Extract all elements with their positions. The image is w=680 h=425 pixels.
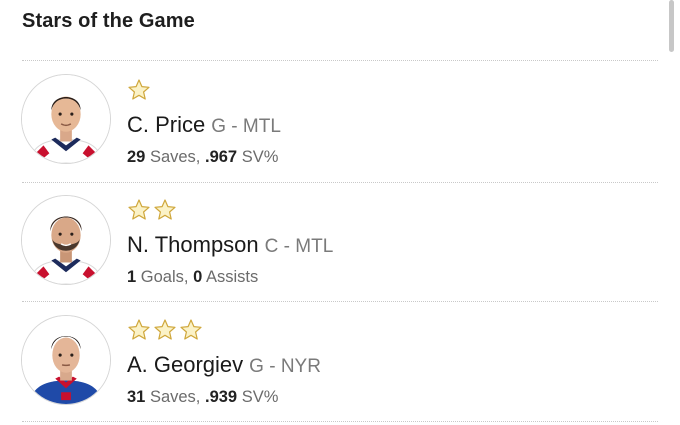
player-stats: 29 Saves, .967 SV% (127, 148, 278, 167)
player-avatar (21, 315, 111, 405)
player-row[interactable]: A. Georgiev G - NYR 31 Saves, .939 SV% (0, 303, 680, 423)
player-name-line: C. Price G - MTL (127, 112, 281, 138)
star-icon (128, 199, 150, 220)
player-position-team: G - MTL (211, 116, 281, 137)
stat1-label: Saves, (149, 388, 201, 406)
stat1-label: Saves, (149, 148, 201, 166)
stat2-value: .967 (205, 148, 238, 166)
star-icon (128, 319, 150, 340)
star-icon (154, 319, 176, 340)
player-name-line: A. Georgiev G - NYR (127, 352, 321, 378)
player-position-team: C - MTL (264, 236, 334, 257)
stat2-label: SV% (241, 148, 279, 166)
scrollbar-thumb[interactable] (669, 0, 674, 52)
stat1-value: 29 (127, 148, 146, 166)
star-icon (180, 319, 202, 340)
player-avatar (21, 74, 111, 164)
player-name[interactable]: A. Georgiev (127, 352, 243, 377)
player-stats: 1 Goals, 0 Assists (127, 268, 258, 287)
player-name[interactable]: N. Thompson (127, 232, 259, 257)
star-icon (128, 79, 150, 100)
player-stats: 31 Saves, .939 SV% (127, 388, 278, 407)
player-name[interactable]: C. Price (127, 112, 205, 137)
divider (22, 60, 658, 61)
stat2-label: Assists (205, 268, 259, 286)
stat2-value: .939 (205, 388, 238, 406)
stat2-value: 0 (193, 268, 203, 286)
player-headshot-icon (22, 75, 110, 163)
rating-stars (127, 318, 203, 344)
stat1-value: 31 (127, 388, 146, 406)
player-headshot-icon (22, 316, 110, 404)
player-name-line: N. Thompson C - MTL (127, 232, 333, 258)
player-headshot-icon (22, 196, 110, 284)
panel-title: Stars of the Game (22, 10, 195, 32)
divider (22, 421, 658, 422)
stat1-label: Goals, (140, 268, 189, 286)
star-icon (154, 199, 176, 220)
stars-of-the-game-panel: Stars of the Game C. Price G - MTL 29 Sa… (0, 0, 680, 425)
rating-stars (127, 78, 151, 104)
rating-stars (127, 198, 177, 224)
divider (22, 301, 658, 302)
player-row[interactable]: N. Thompson C - MTL 1 Goals, 0 Assists (0, 183, 680, 303)
player-avatar (21, 195, 111, 285)
stat1-value: 1 (127, 268, 137, 286)
player-position-team: G - NYR (249, 356, 321, 377)
player-row[interactable]: C. Price G - MTL 29 Saves, .967 SV% (0, 62, 680, 182)
stat2-label: SV% (241, 388, 279, 406)
